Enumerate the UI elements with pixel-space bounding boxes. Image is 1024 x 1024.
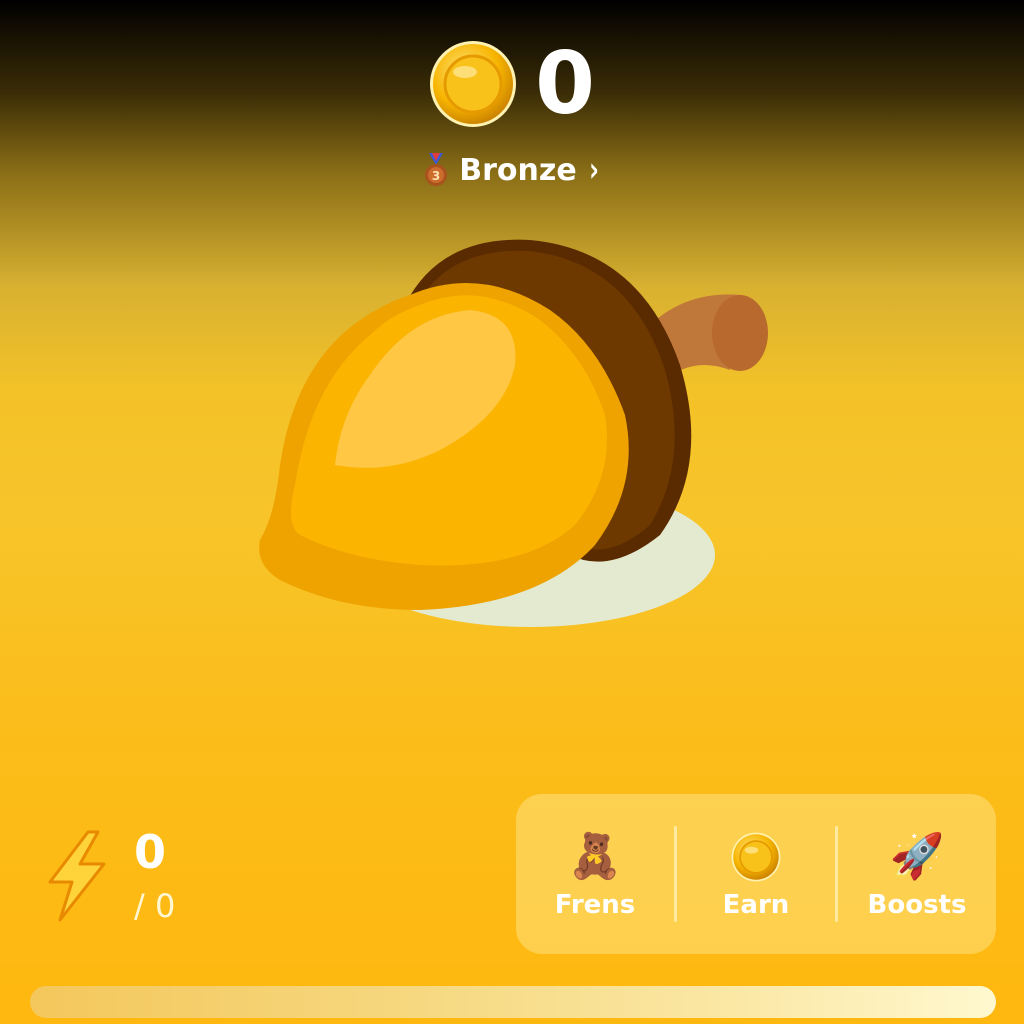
league-label: Bronze xyxy=(459,152,577,188)
balance-row: 0 xyxy=(0,36,1024,132)
energy-progress-bar xyxy=(30,986,996,1018)
svg-text:3: 3 xyxy=(432,169,440,183)
acorn-tap-button[interactable] xyxy=(240,225,800,645)
energy-panel: 0 / 0 xyxy=(40,826,260,926)
chevron-right-icon: › xyxy=(588,150,599,190)
nav-item-label: Earn xyxy=(722,890,790,920)
energy-value: 0 xyxy=(134,825,167,879)
energy-max: / 0 xyxy=(134,887,176,925)
league-link[interactable]: 3 Bronze › xyxy=(0,150,1024,190)
nav-item-label: Boosts xyxy=(867,890,967,920)
teddy-bear-icon: 🧸 xyxy=(567,832,623,881)
nav-item-frens[interactable]: 🧸 Frens xyxy=(516,794,674,954)
bronze-medal-icon: 3 xyxy=(425,153,448,186)
bottom-nav: 🧸 Frens Earn 🚀 Boosts xyxy=(516,794,996,954)
balance-value: 0 xyxy=(535,34,595,134)
lightning-icon xyxy=(48,830,106,922)
acorn-icon xyxy=(259,239,768,627)
gold-coin-icon xyxy=(731,828,781,886)
nav-item-label: Frens xyxy=(554,890,636,920)
nav-item-boosts[interactable]: 🚀 Boosts xyxy=(838,794,996,954)
nav-item-earn[interactable]: Earn xyxy=(677,794,835,954)
rocket-icon: 🚀 xyxy=(889,832,945,881)
gold-coin-icon xyxy=(430,41,517,127)
